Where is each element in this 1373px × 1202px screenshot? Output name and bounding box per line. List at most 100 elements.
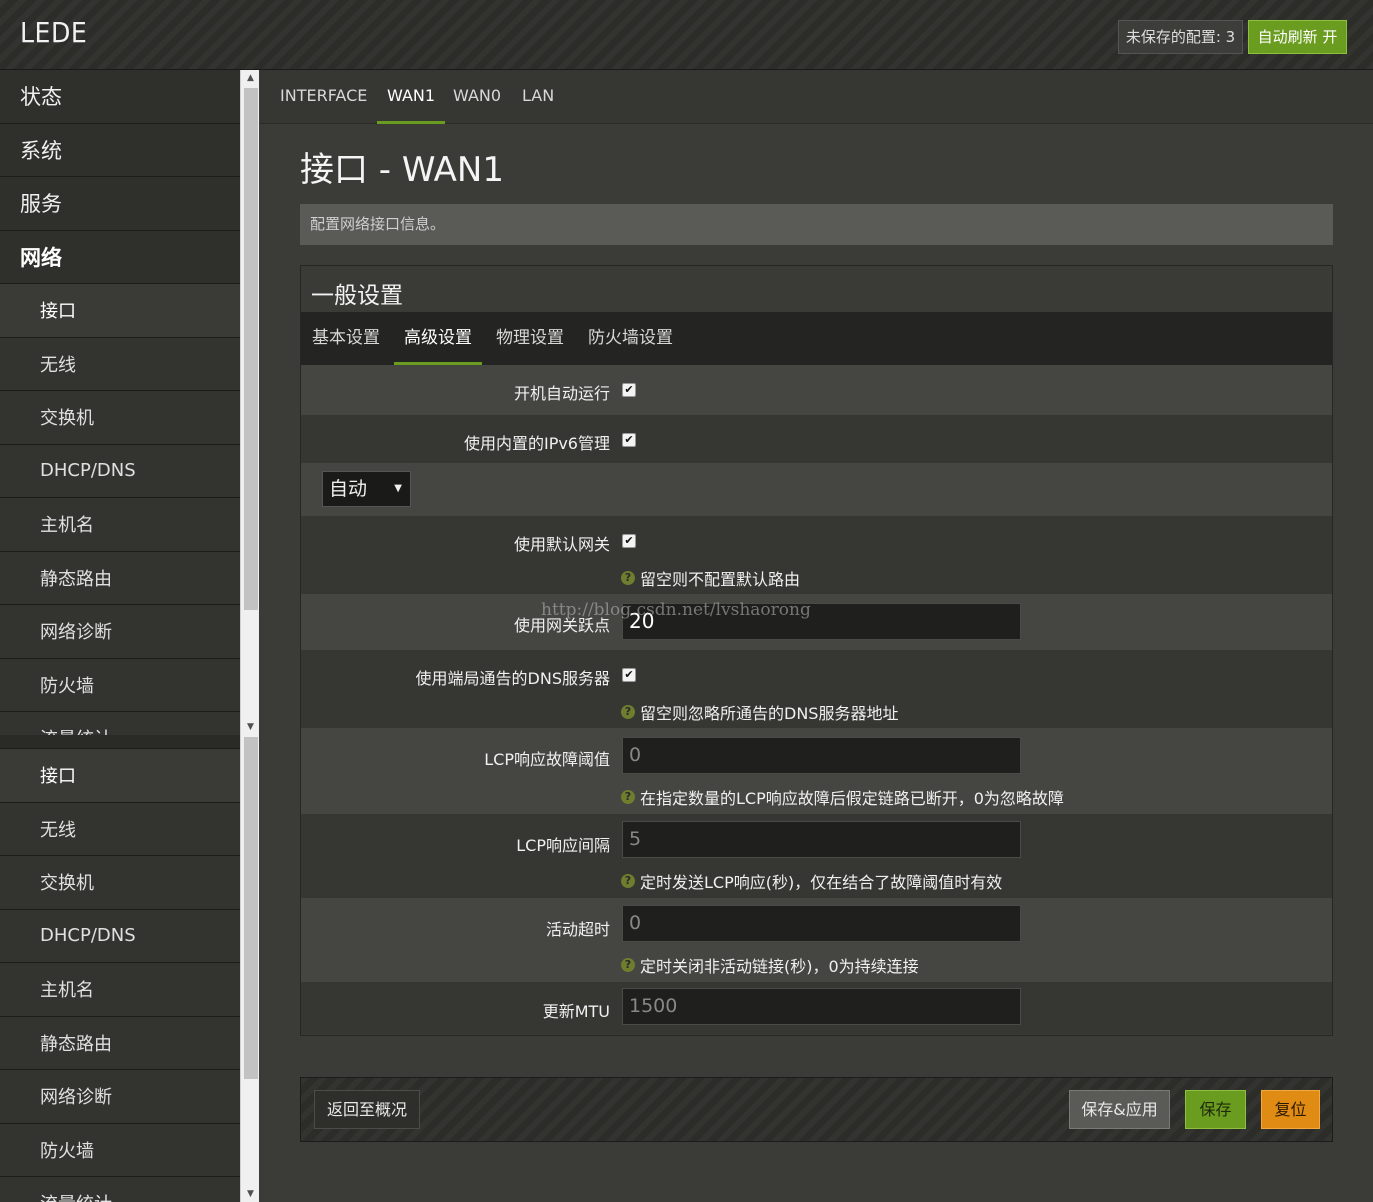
lcp-failure-help: ? 在指定数量的LCP响应故障后假定链路已断开，0为忽略故障 [621, 785, 1064, 809]
sidebar-item-static-routes[interactable]: 静态路由 [0, 1016, 240, 1070]
help-icon: ? [621, 705, 635, 719]
idle-timeout-label: 活动超时 [545, 920, 610, 939]
sidebar-item-network[interactable]: 网络 [0, 231, 240, 284]
scroll-thumb[interactable] [244, 88, 258, 610]
form-row-autostart: 开机自动运行 ✔ [301, 365, 1332, 415]
sidebar-item-firewall[interactable]: 防火墙 [0, 658, 240, 712]
page-title: 接口 - WAN1 [300, 150, 504, 190]
back-to-overview-button[interactable]: 返回至概况 [314, 1090, 420, 1129]
gateway-metric-label: 使用网关跃点 [513, 616, 610, 635]
form-row-idle-timeout: 活动超时 0 ? 定时关闭非活动链接(秒)，0为持续连接 [301, 898, 1332, 982]
sidebar-scrollbar-bottom[interactable]: ▼ [240, 735, 259, 1202]
peer-dns-help: ? 留空则忽略所通告的DNS服务器地址 [621, 700, 898, 724]
sidebar-item-diagnostics[interactable]: 网络诊断 [0, 605, 240, 659]
lcp-failure-input[interactable]: 0 [622, 737, 1021, 774]
interface-tabs: INTERFACE WAN1 WAN0 LAN [260, 70, 1373, 124]
unsaved-changes-button[interactable]: 未保存的配置: 3 [1118, 20, 1243, 54]
sidebar-scrollbar-top[interactable]: ▲ ▼ [240, 70, 259, 735]
help-icon: ? [621, 571, 635, 585]
mtu-label: 更新MTU [542, 1002, 610, 1021]
tab-lan[interactable]: LAN [522, 70, 554, 124]
action-bar: 返回至概况 保存&应用 保存 复位 [300, 1077, 1333, 1142]
sidebar-item-services[interactable]: 服务 [0, 177, 240, 231]
sidebar-item-traffic[interactable]: 流量统计 [0, 712, 240, 735]
mode-select[interactable]: 自动 ▼ [322, 471, 411, 507]
mtu-input[interactable]: 1500 [622, 988, 1021, 1025]
sidebar-item-switch[interactable]: 交换机 [0, 856, 240, 910]
sidebar-menu: 状态 系统 服务 网络 接口 无线 交换机 DHCP/DNS 主机名 静态路由 … [0, 70, 240, 735]
help-text: 定时发送LCP响应(秒)，仅在结合了故障阈值时有效 [640, 873, 1003, 892]
sidebar-item-switch[interactable]: 交换机 [0, 391, 240, 445]
form-row-peer-dns: 使用端局通告的DNS服务器 ✔ ? 留空则忽略所通告的DNS服务器地址 [301, 650, 1332, 728]
default-gateway-help: ? 留空则不配置默认路由 [621, 566, 800, 590]
autostart-label: 开机自动运行 [513, 384, 610, 403]
idle-timeout-input[interactable]: 0 [622, 905, 1021, 942]
form-row-select: 自动 ▼ [301, 463, 1332, 516]
help-text: 留空则忽略所通告的DNS服务器地址 [640, 704, 899, 723]
lcp-interval-input[interactable]: 5 [622, 821, 1021, 858]
help-icon: ? [621, 874, 635, 888]
autostart-checkbox[interactable]: ✔ [622, 383, 636, 397]
peer-dns-label: 使用端局通告的DNS服务器 [415, 669, 610, 688]
form-row-ipv6: 使用内置的IPv6管理 ✔ [301, 415, 1332, 463]
sidebar-item-hostnames[interactable]: 主机名 [0, 498, 240, 552]
tab-physical-settings[interactable]: 物理设置 [496, 312, 564, 365]
default-gateway-label: 使用默认网关 [513, 535, 610, 554]
tab-interface[interactable]: INTERFACE [280, 70, 367, 124]
mode-select-value: 自动 [329, 478, 368, 500]
brand-logo[interactable]: LEDE [20, 16, 87, 49]
ipv6-label: 使用内置的IPv6管理 [463, 434, 610, 453]
scroll-thumb[interactable] [244, 737, 258, 1079]
auto-refresh-button[interactable]: 自动刷新 开 [1248, 20, 1347, 54]
sidebar-item-hostnames[interactable]: 主机名 [0, 963, 240, 1017]
sidebar-item-interfaces[interactable]: 接口 [0, 284, 240, 338]
save-button[interactable]: 保存 [1185, 1090, 1246, 1129]
sidebar-menu-secondary: 接口 无线 交换机 DHCP/DNS 主机名 静态路由 网络诊断 防火墙 流量统… [0, 735, 240, 1202]
dropdown-caret-icon: ▼ [394, 483, 402, 494]
settings-subtabs: 基本设置 高级设置 物理设置 防火墙设置 [301, 312, 1332, 365]
help-icon: ? [621, 790, 635, 804]
help-text: 定时关闭非活动链接(秒)，0为持续连接 [640, 957, 919, 976]
header-bar: LEDE 未保存的配置: 3 自动刷新 开 [0, 0, 1373, 70]
sidebar-item-traffic[interactable]: 流量统计 [0, 1177, 240, 1202]
help-icon: ? [621, 958, 635, 972]
form-row-lcp-failure: LCP响应故障阈值 0 ? 在指定数量的LCP响应故障后假定链路已断开，0为忽略… [301, 728, 1332, 814]
default-gateway-checkbox[interactable]: ✔ [622, 534, 636, 548]
tab-firewall-settings[interactable]: 防火墙设置 [588, 312, 673, 365]
gateway-metric-input[interactable]: 20 [622, 603, 1021, 640]
reset-button[interactable]: 复位 [1261, 1090, 1320, 1129]
help-text: 留空则不配置默认路由 [640, 570, 801, 589]
save-apply-button[interactable]: 保存&应用 [1069, 1090, 1170, 1129]
lcp-failure-label: LCP响应故障阈值 [484, 750, 610, 769]
ipv6-checkbox[interactable]: ✔ [622, 433, 636, 447]
scroll-down-icon[interactable]: ▼ [241, 1186, 260, 1202]
sidebar-divider [0, 735, 240, 749]
sidebar-item-dhcp-dns[interactable]: DHCP/DNS [0, 444, 240, 498]
sidebar-item-system[interactable]: 系统 [0, 124, 240, 177]
form-row-default-gateway: 使用默认网关 ✔ ? 留空则不配置默认路由 [301, 516, 1332, 594]
peer-dns-checkbox[interactable]: ✔ [622, 668, 636, 682]
help-text: 在指定数量的LCP响应故障后假定链路已断开，0为忽略故障 [640, 789, 1064, 808]
sidebar-item-wireless[interactable]: 无线 [0, 802, 240, 856]
lcp-interval-label: LCP响应间隔 [516, 836, 610, 855]
sidebar-item-static-routes[interactable]: 静态路由 [0, 551, 240, 605]
scroll-up-icon[interactable]: ▲ [241, 70, 260, 86]
idle-timeout-help: ? 定时关闭非活动链接(秒)，0为持续连接 [621, 953, 919, 977]
tab-wan0[interactable]: WAN0 [453, 70, 501, 124]
sidebar-item-firewall[interactable]: 防火墙 [0, 1123, 240, 1177]
section-title: 一般设置 [311, 283, 403, 309]
sidebar-item-status[interactable]: 状态 [0, 70, 240, 124]
sidebar-item-diagnostics[interactable]: 网络诊断 [0, 1070, 240, 1124]
form-row-lcp-interval: LCP响应间隔 5 ? 定时发送LCP响应(秒)，仅在结合了故障阈值时有效 [301, 814, 1332, 898]
sidebar-item-dhcp-dns[interactable]: DHCP/DNS [0, 909, 240, 963]
tab-wan1[interactable]: WAN1 [377, 70, 446, 124]
page-description: 配置网络接口信息。 [300, 204, 1333, 245]
form-row-mtu: 更新MTU 1500 [301, 982, 1332, 1034]
general-settings-section: 一般设置 基本设置 高级设置 物理设置 防火墙设置 开机自动运行 ✔ 使用内置的… [300, 265, 1333, 1036]
tab-advanced-settings[interactable]: 高级设置 [394, 312, 482, 365]
lcp-interval-help: ? 定时发送LCP响应(秒)，仅在结合了故障阈值时有效 [621, 869, 1002, 893]
scroll-down-icon[interactable]: ▼ [241, 719, 260, 735]
sidebar-item-wireless[interactable]: 无线 [0, 337, 240, 391]
sidebar-item-interfaces[interactable]: 接口 [0, 749, 240, 803]
tab-basic-settings[interactable]: 基本设置 [312, 312, 380, 365]
